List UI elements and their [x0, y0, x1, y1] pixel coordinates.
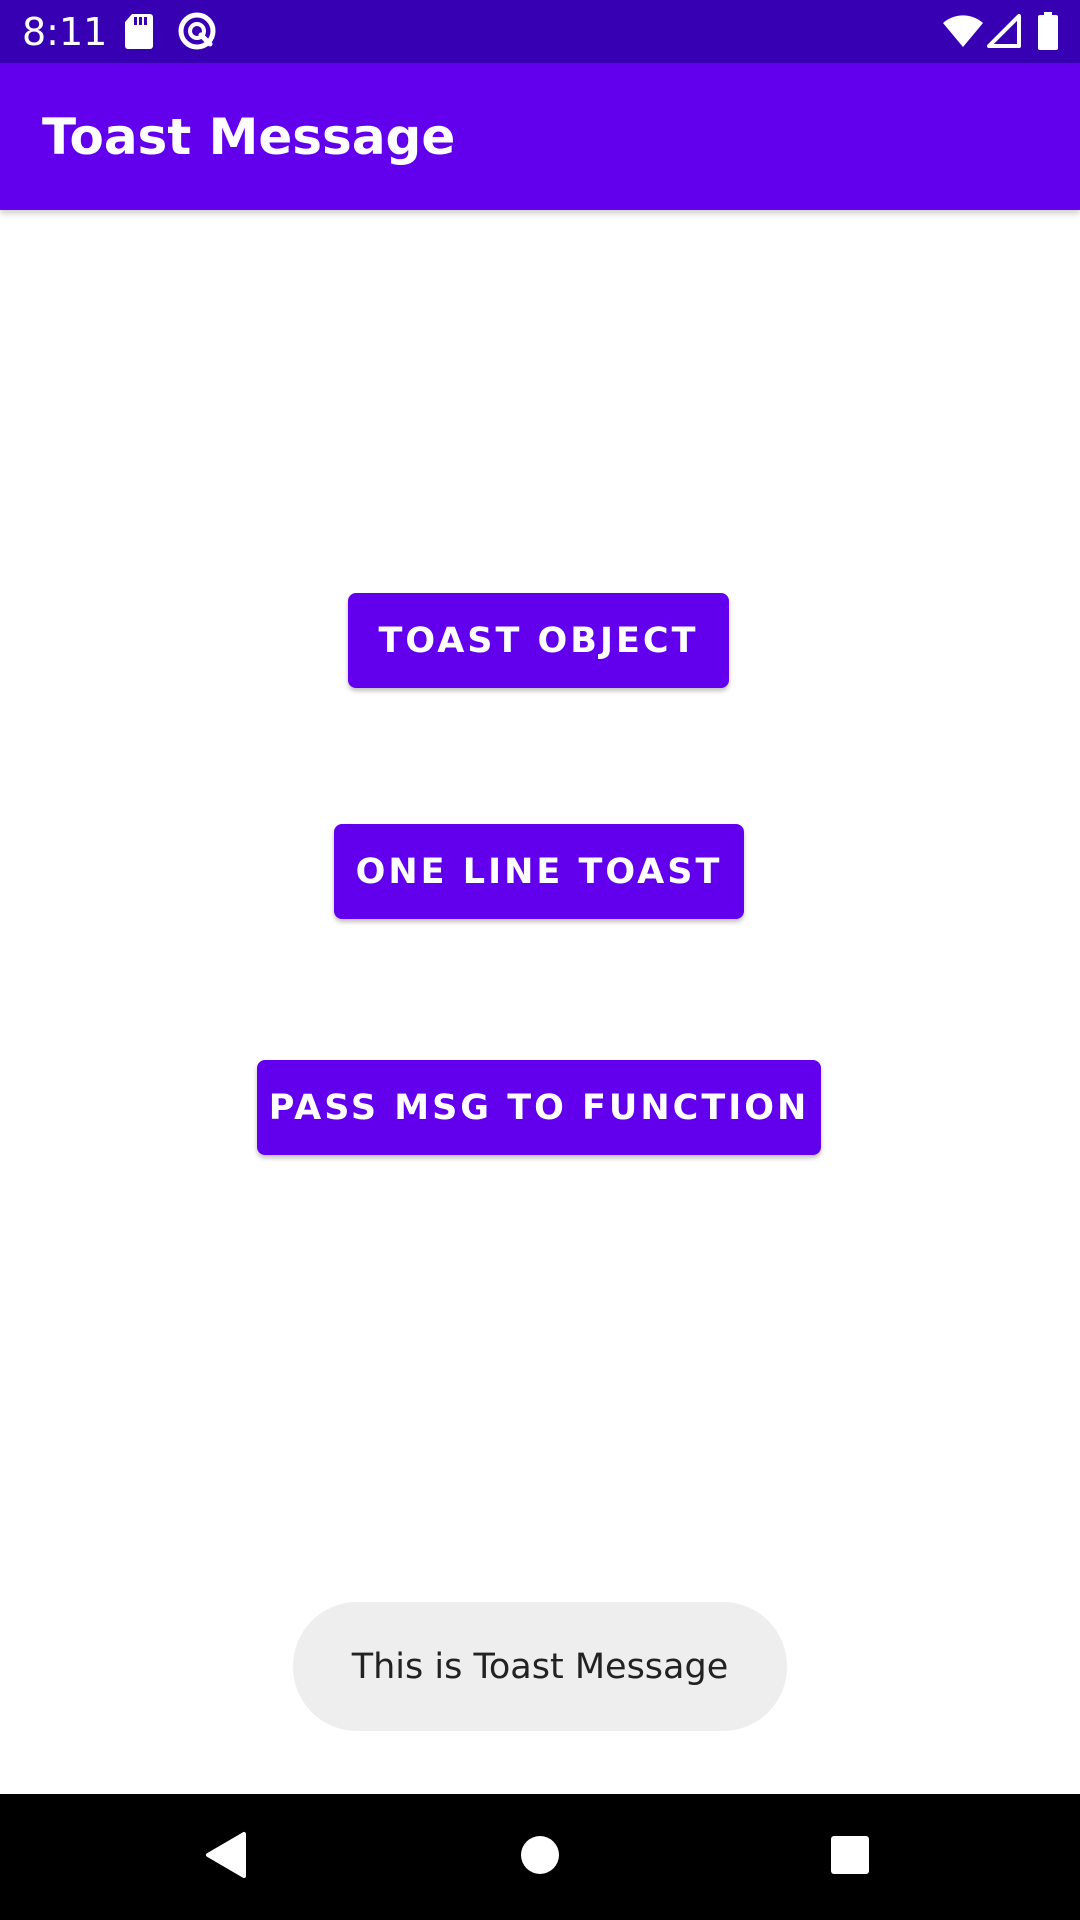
home-button[interactable]: [460, 1794, 620, 1920]
signal-icon: [987, 14, 1021, 53]
recents-button[interactable]: [770, 1794, 930, 1920]
app-bar: Toast Message: [0, 63, 1080, 210]
battery-icon: [1037, 12, 1059, 55]
home-icon: [520, 1835, 560, 1880]
app-title: Toast Message: [42, 108, 456, 166]
pass-msg-to-function-button[interactable]: PASS MSG TO FUNCTION: [257, 1060, 821, 1155]
toast-message: This is Toast Message: [293, 1602, 787, 1731]
one-line-toast-button[interactable]: ONE LINE TOAST: [334, 824, 744, 919]
recents-icon: [830, 1835, 870, 1880]
status-bar: 8:11: [0, 0, 1080, 63]
back-button[interactable]: [146, 1794, 306, 1920]
sync-circle-icon: [177, 11, 217, 56]
sd-card-icon: [124, 12, 154, 55]
navigation-bar: [0, 1794, 1080, 1920]
wifi-icon: [943, 14, 983, 53]
toast-object-button[interactable]: TOAST OBJECT: [348, 593, 729, 688]
status-time: 8:11: [22, 10, 108, 54]
back-icon: [204, 1831, 248, 1884]
screen: 8:11 Toast Message TOAST OBJECT ONE LINE…: [0, 0, 1080, 1920]
